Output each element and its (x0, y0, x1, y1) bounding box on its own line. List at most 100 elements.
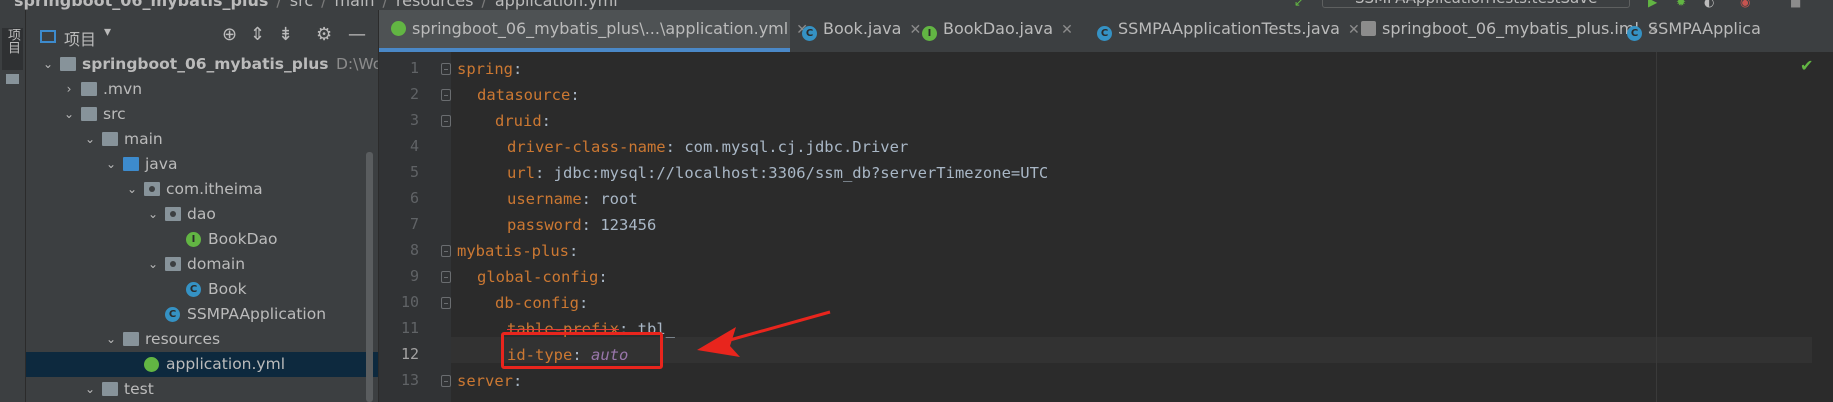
tree-node[interactable]: ⌄ springboot_06_mybatis_plus D:\Worksp (26, 52, 416, 77)
project-panel-title[interactable]: 项目 (64, 26, 96, 50)
collapse-all-icon[interactable]: ⇟ (278, 24, 293, 45)
chevron-down-icon[interactable]: ⌄ (63, 102, 75, 127)
yaml-key: username (507, 190, 582, 208)
tree-node[interactable]: ⌄ domain (26, 252, 378, 277)
gear-icon[interactable]: ⚙ (316, 24, 332, 45)
tree-node[interactable]: application.yml (26, 352, 378, 377)
chevron-right-icon[interactable]: › (63, 77, 75, 102)
yaml-colon: : (581, 190, 601, 208)
yaml-value: 123456 (600, 216, 657, 234)
editor-tab[interactable]: springboot_06_mybatis_plus.iml ✕ (1349, 10, 1659, 52)
yaml-colon: : (665, 138, 685, 156)
yaml-spring-icon (144, 357, 159, 372)
tree-node-label: SSMPAApplication (187, 305, 327, 323)
project-tab-label: 项目 (5, 28, 20, 54)
chevron-down-icon[interactable]: ⌄ (105, 152, 117, 177)
tree-node[interactable]: I BookDao (26, 227, 378, 252)
tree-node[interactable]: C SSMPAApplication (26, 302, 378, 327)
folder-icon (81, 82, 97, 96)
yaml-key: driver-class-name (507, 138, 666, 156)
annotation-highlight-box (501, 332, 663, 369)
editor-tab[interactable]: I BookDao.java ✕ (910, 10, 1085, 52)
yaml-colon: : (579, 294, 598, 312)
tree-node[interactable]: ⌄ dao (26, 202, 378, 227)
editor-tab[interactable]: springboot_06_mybatis_plus\...\applicati… (379, 10, 808, 52)
back-arrow-icon[interactable]: ↙ (1294, 0, 1304, 9)
editor-tab-label: springboot_06_mybatis_plus\...\applicati… (412, 19, 789, 38)
hide-icon[interactable]: — (348, 24, 366, 45)
yaml-spring-icon (391, 21, 406, 36)
fold-marker-icon[interactable] (441, 245, 451, 257)
project-tool-window-tab[interactable]: 项目 (2, 28, 23, 70)
right-margin-guide (1656, 52, 1657, 402)
editor-scrollbar[interactable] (1812, 52, 1833, 402)
code-line: druid: (495, 108, 560, 134)
run-icon[interactable]: ▶ (1648, 0, 1657, 9)
debug-icon[interactable]: ✹ (1676, 0, 1686, 9)
chevron-down-icon[interactable]: ⌄ (105, 327, 117, 352)
fold-marker-icon[interactable] (441, 63, 451, 75)
spring-boot-class-icon: C (165, 307, 180, 322)
interface-icon: I (922, 26, 937, 41)
editor-tab[interactable]: C SSMPAApplica (1615, 10, 1833, 52)
tree-node[interactable]: ⌄ main (26, 127, 378, 152)
editor-tab[interactable]: C Book.java ✕ (790, 10, 921, 52)
yaml-key: druid (495, 112, 542, 130)
yaml-key: spring (457, 60, 513, 78)
code-line: spring: (457, 56, 532, 82)
line-number: 2 (409, 85, 419, 103)
fold-marker-icon[interactable] (441, 89, 451, 101)
breadcrumb-item[interactable]: resources (396, 0, 474, 10)
folder-icon (6, 74, 19, 84)
tree-node-label: application.yml (166, 355, 286, 373)
yaml-key: mybatis-plus (457, 242, 569, 260)
spring-boot-class-icon: C (1097, 26, 1112, 41)
coverage-icon[interactable]: ◐ (1704, 0, 1714, 9)
folder-icon (102, 132, 118, 146)
tree-node[interactable]: C Book (26, 277, 378, 302)
locate-file-icon[interactable]: ⊕ (222, 24, 237, 45)
tree-node-label: springboot_06_mybatis_plus (82, 55, 329, 73)
code-line: username: root (507, 186, 638, 212)
breadcrumb-item[interactable]: springboot_06_mybatis_plus (14, 0, 268, 10)
fold-marker-icon[interactable] (441, 271, 451, 283)
line-number: 6 (409, 189, 419, 207)
no-problems-check-icon[interactable]: ✔ (1800, 56, 1813, 75)
tree-node[interactable]: › .mvn (26, 77, 378, 102)
package-icon (165, 207, 181, 221)
project-panel: 项目 ▾ ⊕ ⇕ ⇟ ⚙ — ⌄ springboot_06_mybatis_pl… (26, 10, 416, 402)
expand-all-icon[interactable]: ⇕ (250, 24, 265, 45)
stop-icon[interactable]: ■ (1790, 0, 1801, 9)
tree-node[interactable]: ⌄ com.itheima (26, 177, 378, 202)
run-configuration-select[interactable]: SSMPAApplicationTests.testSave (1322, 0, 1630, 8)
tree-node[interactable]: ⌄ src (26, 102, 378, 127)
fold-marker-icon[interactable] (441, 115, 451, 127)
tool-window-strip: 项目 (0, 10, 26, 402)
chevron-down-icon[interactable]: ⌄ (84, 377, 96, 402)
yaml-colon: : (513, 372, 532, 390)
chevron-down-icon[interactable]: ⌄ (42, 52, 54, 77)
tree-node-label: resources (145, 330, 221, 348)
project-scrollbar[interactable] (366, 152, 373, 402)
chevron-down-icon[interactable]: ⌄ (126, 177, 138, 202)
fold-marker-icon[interactable] (441, 297, 451, 309)
yaml-colon: : (535, 164, 554, 182)
code-line: datasource: (477, 82, 589, 108)
chevron-down-icon[interactable]: ▾ (104, 24, 111, 40)
breadcrumb-item[interactable]: main (335, 0, 375, 10)
editor-tab[interactable]: C SSMPAApplicationTests.java ✕ (1085, 10, 1360, 52)
fold-marker-icon[interactable] (441, 375, 451, 387)
profile-icon[interactable]: ◉ (1740, 0, 1750, 9)
breadcrumb-item[interactable]: application.yml (495, 0, 618, 10)
chevron-down-icon[interactable]: ⌄ (84, 127, 96, 152)
chevron-down-icon[interactable]: ⌄ (147, 202, 159, 227)
tree-node[interactable]: ⌄ java (26, 152, 378, 177)
chevron-down-icon[interactable]: ⌄ (147, 252, 159, 277)
tree-node[interactable]: ⌄ test (26, 377, 378, 402)
editor-tab-label: Book.java (823, 19, 902, 38)
tree-node[interactable]: ⌄ resources (26, 327, 378, 352)
close-tab-icon[interactable]: ✕ (1061, 22, 1073, 38)
breadcrumb-item[interactable]: src (290, 0, 313, 10)
yaml-colon: : (581, 216, 601, 234)
tree-node-label: domain (187, 255, 246, 273)
